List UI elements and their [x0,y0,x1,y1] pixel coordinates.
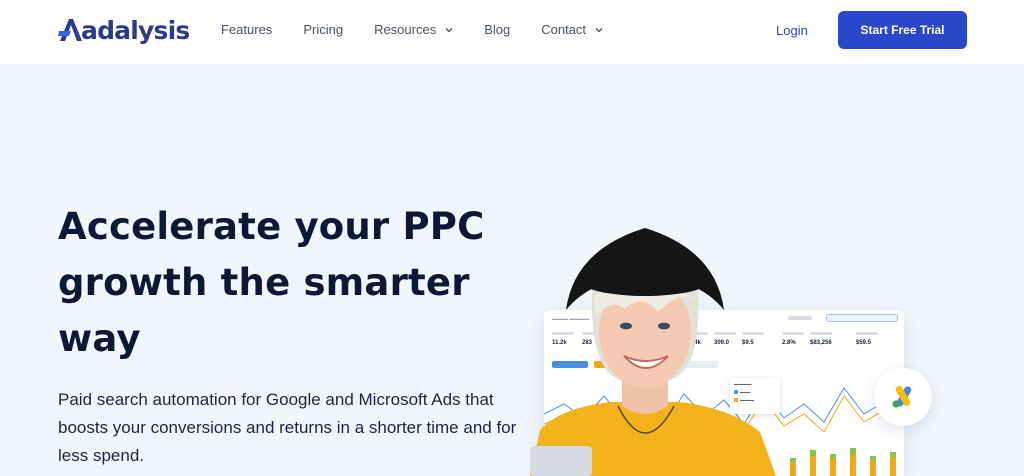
brand-name: adalysis [81,15,190,45]
metric-value: $83,256 [810,340,832,346]
nav-item-label: Features [221,22,273,37]
nav-item-pricing[interactable]: Pricing [303,22,343,37]
login-link[interactable]: Login [776,23,808,38]
hero-visual: ▬▬▬▬ ▬▬▬▬▬ 11.2k 283 23.4k 309.0 $9.5 2.… [530,220,950,476]
adalysis-logo-icon [58,19,82,41]
dashboard-filter-pill [826,314,898,322]
metric: $83,256 [810,332,832,346]
google-ads-badge [874,368,932,426]
date-range-placeholder [788,316,812,320]
site-header: adalysis Features Pricing Resources Blog… [0,0,1024,64]
metric: $59.5 [856,332,878,346]
hero-headline: Accelerate your PPC growth the smarter w… [58,205,485,360]
nav-item-label: Blog [484,22,511,37]
brand-logo[interactable]: adalysis [58,13,190,47]
nav-item-contact[interactable]: Contact [541,22,603,37]
nav-item-features[interactable]: Features [221,22,272,37]
metric-value: $59.5 [856,340,872,346]
start-free-trial-button[interactable]: Start Free Trial [838,11,967,49]
chevron-down-icon [445,27,453,32]
google-ads-icon [892,385,912,408]
nav-item-blog[interactable]: Blog [484,22,510,37]
nav-item-label: Pricing [303,22,344,37]
hero-subtext: Paid search automation for Google and Mi… [58,390,517,465]
nav-item-label: Contact [541,22,587,37]
nav-item-label: Resources [374,22,437,37]
main-nav: Features Pricing Resources Blog Contact [221,22,634,37]
nav-item-resources[interactable]: Resources [374,22,453,37]
chevron-down-icon [595,27,603,32]
hero-person-image [530,228,776,476]
